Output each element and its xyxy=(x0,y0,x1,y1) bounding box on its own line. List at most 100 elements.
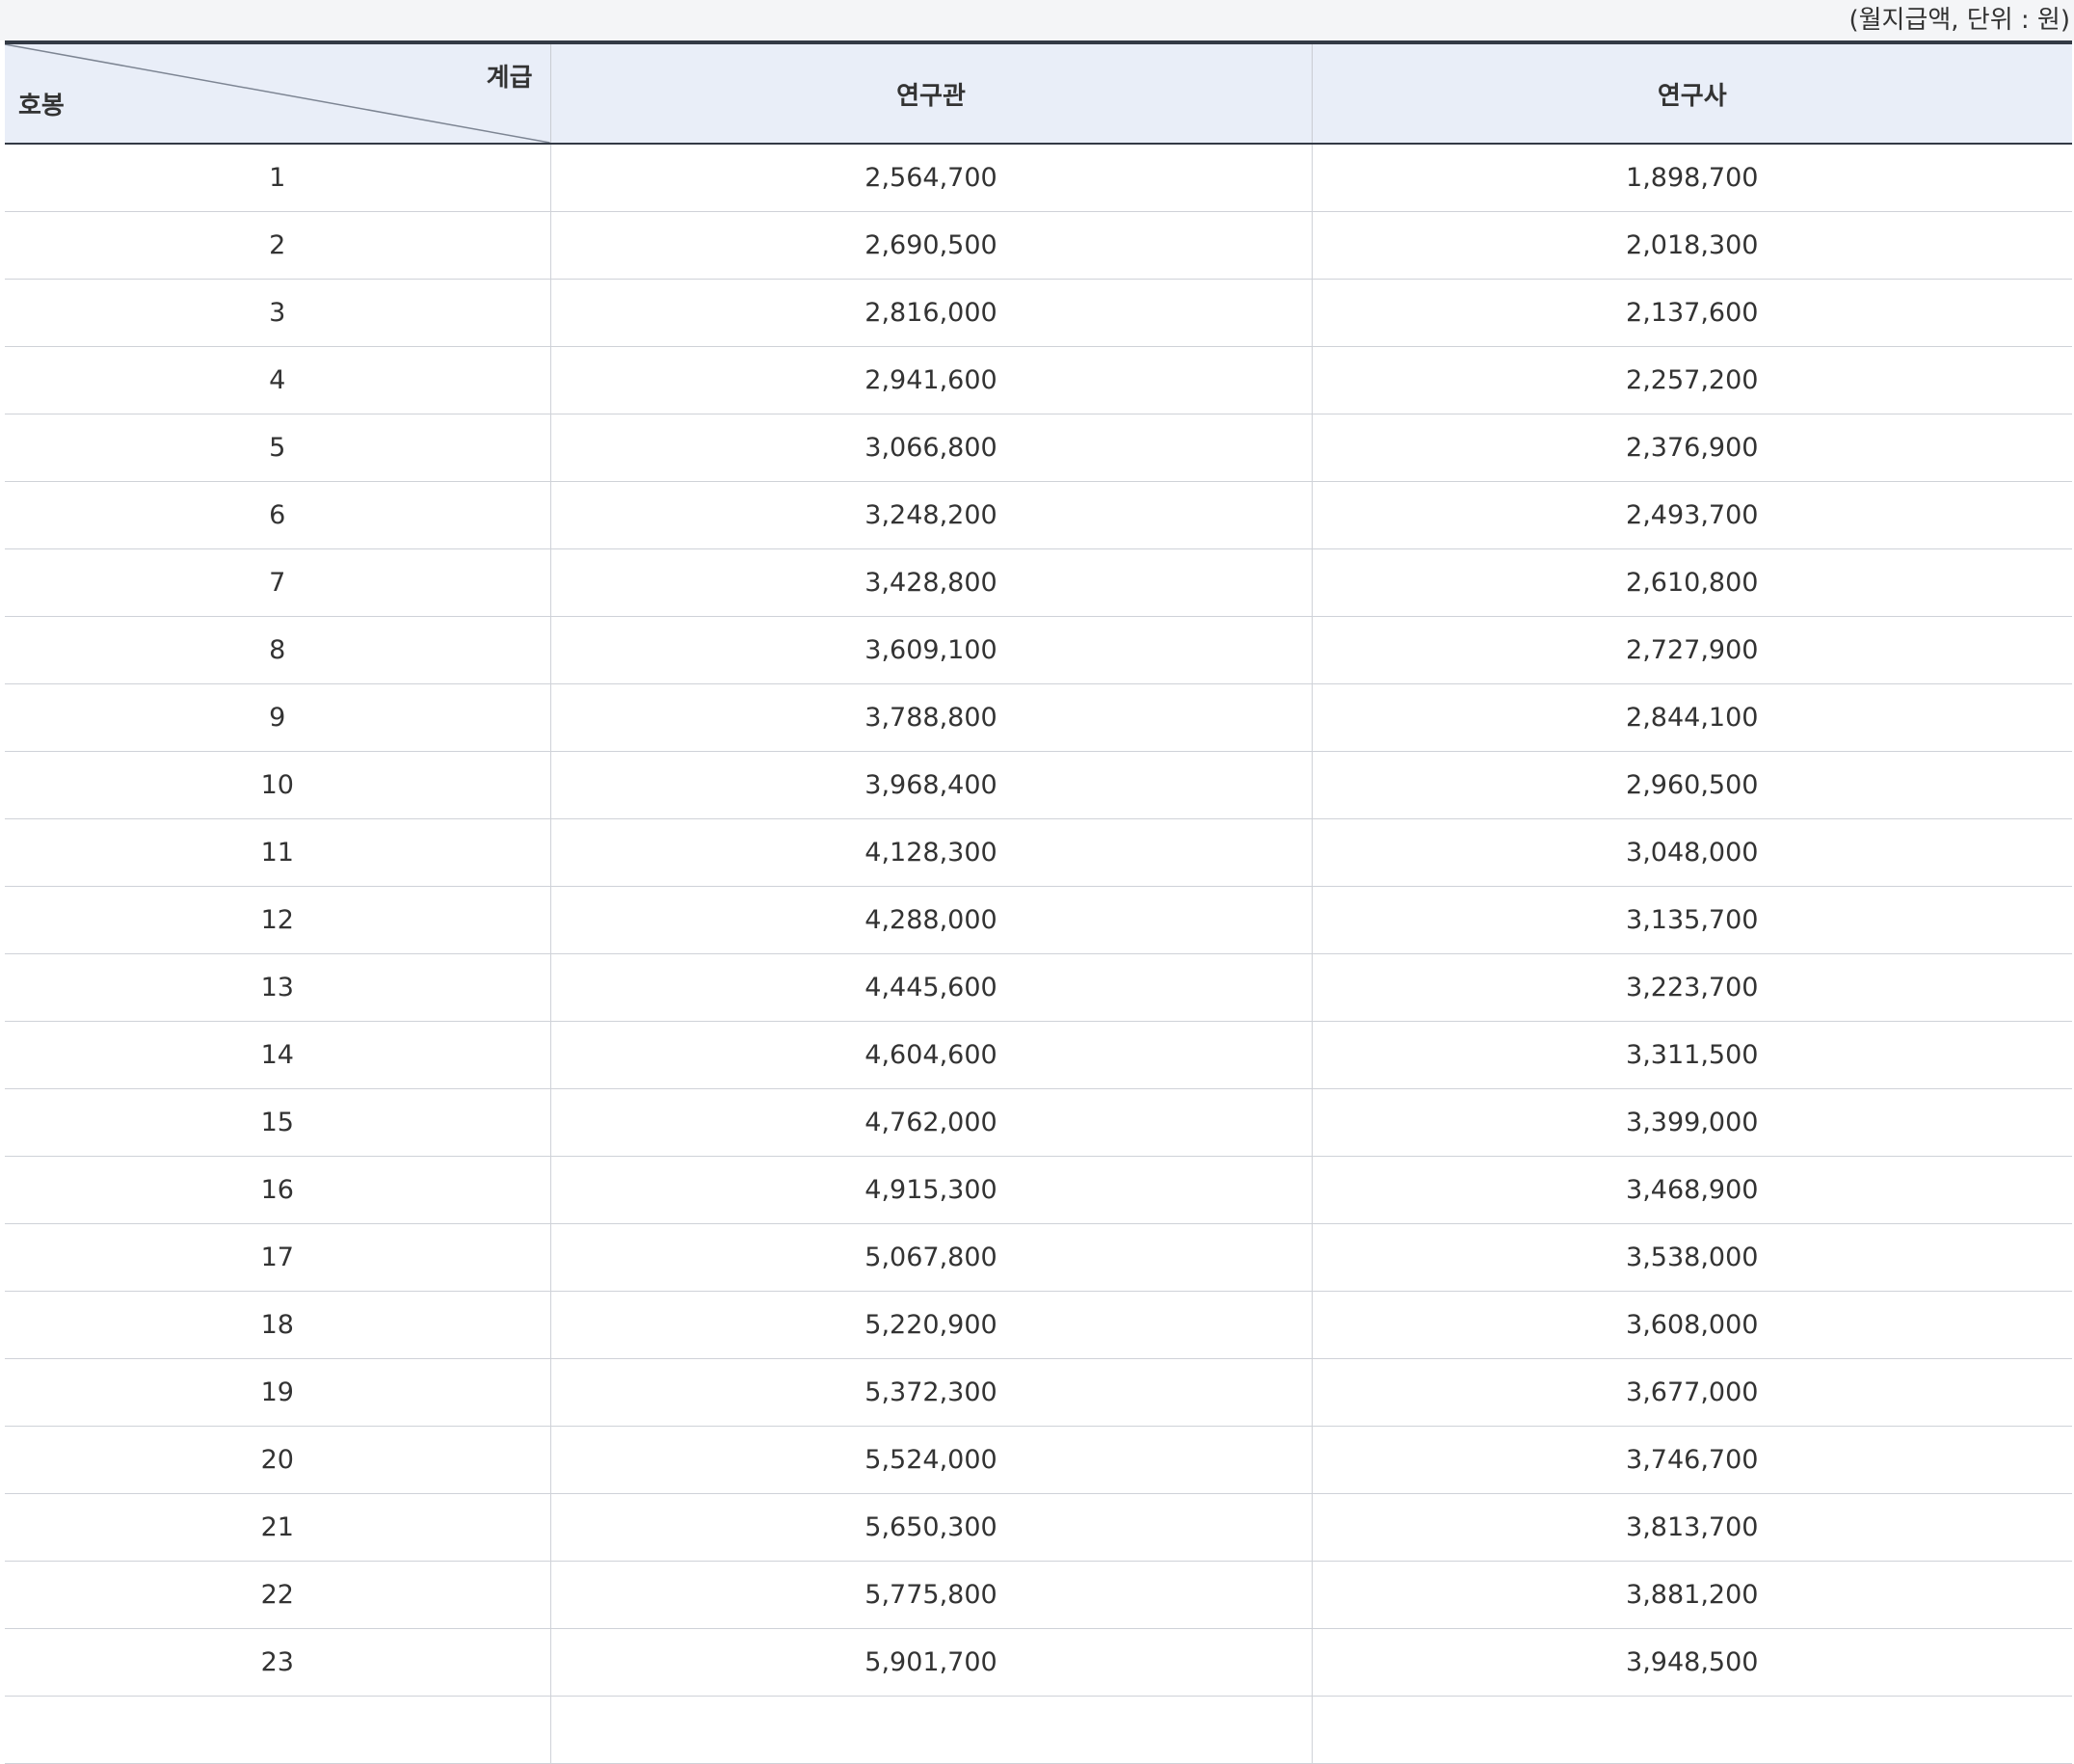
table-row: 1 2,564,700 1,898,700 xyxy=(5,144,2072,212)
researcher-salary-cell: 3,468,900 xyxy=(1311,1156,2072,1224)
researcher-salary-cell: 3,135,700 xyxy=(1311,886,2072,954)
table-row: 5 3,066,800 2,376,900 xyxy=(5,414,2072,482)
step-cell: 22 xyxy=(5,1561,550,1629)
step-cell: 2 xyxy=(5,211,550,280)
table-row: 18 5,220,900 3,608,000 xyxy=(5,1291,2072,1359)
researcher-salary-cell: 1,898,700 xyxy=(1311,144,2072,212)
table-row: 16 4,915,300 3,468,900 xyxy=(5,1156,2072,1224)
step-cell: 10 xyxy=(5,751,550,819)
step-cell: 14 xyxy=(5,1021,550,1089)
step-cell: 7 xyxy=(5,548,550,617)
table-row: 6 3,248,200 2,493,700 xyxy=(5,481,2072,549)
senior-salary-cell xyxy=(549,1696,1312,1764)
senior-salary-cell: 2,816,000 xyxy=(549,279,1312,347)
header-diagonal-cell: 계급 호봉 xyxy=(5,42,550,145)
table-row: 7 3,428,800 2,610,800 xyxy=(5,548,2072,617)
step-cell: 4 xyxy=(5,346,550,414)
researcher-salary-cell: 3,677,000 xyxy=(1311,1358,2072,1427)
table-row: 15 4,762,000 3,399,000 xyxy=(5,1088,2072,1157)
researcher-salary-cell: 3,608,000 xyxy=(1311,1291,2072,1359)
senior-salary-cell: 3,066,800 xyxy=(549,414,1312,482)
table-row: 8 3,609,100 2,727,900 xyxy=(5,616,2072,684)
step-cell: 1 xyxy=(5,144,550,212)
table-row: 12 4,288,000 3,135,700 xyxy=(5,886,2072,954)
senior-salary-cell: 2,564,700 xyxy=(549,144,1312,212)
researcher-salary-cell: 2,018,300 xyxy=(1311,211,2072,280)
senior-salary-cell: 3,248,200 xyxy=(549,481,1312,549)
senior-salary-cell: 4,604,600 xyxy=(549,1021,1312,1089)
senior-salary-cell: 3,968,400 xyxy=(549,751,1312,819)
step-cell xyxy=(5,1696,550,1764)
step-cell: 21 xyxy=(5,1493,550,1562)
step-cell: 17 xyxy=(5,1223,550,1292)
researcher-salary-cell: 2,960,500 xyxy=(1311,751,2072,819)
senior-salary-cell: 4,762,000 xyxy=(549,1088,1312,1157)
senior-salary-cell: 2,941,600 xyxy=(549,346,1312,414)
senior-salary-cell: 5,067,800 xyxy=(549,1223,1312,1292)
table-body: 1 2,564,700 1,898,700 2 2,690,500 2,018,300 3 2… xyxy=(5,144,2072,1764)
table-row: 10 3,968,400 2,960,500 xyxy=(5,751,2072,819)
step-cell: 3 xyxy=(5,279,550,347)
researcher-salary-cell: 3,746,700 xyxy=(1311,1426,2072,1494)
step-cell: 15 xyxy=(5,1088,550,1157)
researcher-salary-cell: 2,493,700 xyxy=(1311,481,2072,549)
step-cell: 23 xyxy=(5,1628,550,1697)
senior-salary-cell: 4,128,300 xyxy=(549,818,1312,887)
researcher-salary-cell: 2,257,200 xyxy=(1311,346,2072,414)
senior-salary-cell: 5,372,300 xyxy=(549,1358,1312,1427)
senior-salary-cell: 5,775,800 xyxy=(549,1561,1312,1629)
step-cell: 5 xyxy=(5,414,550,482)
researcher-salary-cell: 2,137,600 xyxy=(1311,279,2072,347)
senior-salary-cell: 4,915,300 xyxy=(549,1156,1312,1224)
table-row: 13 4,445,600 3,223,700 xyxy=(5,953,2072,1022)
researcher-salary-cell: 3,538,000 xyxy=(1311,1223,2072,1292)
researcher-salary-cell: 2,610,800 xyxy=(1311,548,2072,617)
header-senior-researcher: 연구관 xyxy=(549,42,1312,145)
table-row: 20 5,524,000 3,746,700 xyxy=(5,1426,2072,1494)
table-row: 17 5,067,800 3,538,000 xyxy=(5,1223,2072,1292)
senior-salary-cell: 4,445,600 xyxy=(549,953,1312,1022)
table-row: 3 2,816,000 2,137,600 xyxy=(5,279,2072,347)
table-row: 11 4,128,300 3,048,000 xyxy=(5,818,2072,887)
table-row: 2 2,690,500 2,018,300 xyxy=(5,211,2072,280)
table-row: 14 4,604,600 3,311,500 xyxy=(5,1021,2072,1089)
researcher-salary-cell: 3,881,200 xyxy=(1311,1561,2072,1629)
step-cell: 8 xyxy=(5,616,550,684)
step-cell: 20 xyxy=(5,1426,550,1494)
researcher-salary-cell: 3,399,000 xyxy=(1311,1088,2072,1157)
researcher-salary-cell: 3,223,700 xyxy=(1311,953,2072,1022)
table-row: 23 5,901,700 3,948,500 xyxy=(5,1628,2072,1697)
researcher-salary-cell: 2,844,100 xyxy=(1311,683,2072,752)
step-cell: 16 xyxy=(5,1156,550,1224)
table-row: 9 3,788,800 2,844,100 xyxy=(5,683,2072,752)
header-step-label: 호봉 xyxy=(18,92,65,120)
senior-salary-cell: 5,524,000 xyxy=(549,1426,1312,1494)
step-cell: 11 xyxy=(5,818,550,887)
senior-salary-cell: 4,288,000 xyxy=(549,886,1312,954)
step-cell: 13 xyxy=(5,953,550,1022)
header-grade-label: 계급 xyxy=(486,64,533,93)
senior-salary-cell: 3,788,800 xyxy=(549,683,1312,752)
senior-salary-cell: 2,690,500 xyxy=(549,211,1312,280)
diagonal-divider xyxy=(5,44,550,143)
unit-note: (월지급액, 단위 : 원) xyxy=(1848,6,2070,35)
researcher-salary-cell: 3,948,500 xyxy=(1311,1628,2072,1697)
table-row: 21 5,650,300 3,813,700 xyxy=(5,1493,2072,1562)
table-row xyxy=(5,1696,2072,1764)
step-cell: 18 xyxy=(5,1291,550,1359)
unit-bar: (월지급액, 단위 : 원) xyxy=(0,0,2074,40)
senior-salary-cell: 3,428,800 xyxy=(549,548,1312,617)
step-cell: 9 xyxy=(5,683,550,752)
step-cell: 12 xyxy=(5,886,550,954)
step-cell: 6 xyxy=(5,481,550,549)
researcher-salary-cell: 3,048,000 xyxy=(1311,818,2072,887)
senior-salary-cell: 3,609,100 xyxy=(549,616,1312,684)
researcher-salary-cell: 3,813,700 xyxy=(1311,1493,2072,1562)
salary-table: 계급 호봉 연구관 연구사 1 2,564,700 1,898,700 2 2,690,… xyxy=(5,40,2072,1764)
researcher-salary-cell: 2,376,900 xyxy=(1311,414,2072,482)
step-cell: 19 xyxy=(5,1358,550,1427)
senior-salary-cell: 5,650,300 xyxy=(549,1493,1312,1562)
header-researcher: 연구사 xyxy=(1311,42,2072,145)
researcher-salary-cell: 2,727,900 xyxy=(1311,616,2072,684)
researcher-salary-cell: 3,311,500 xyxy=(1311,1021,2072,1089)
